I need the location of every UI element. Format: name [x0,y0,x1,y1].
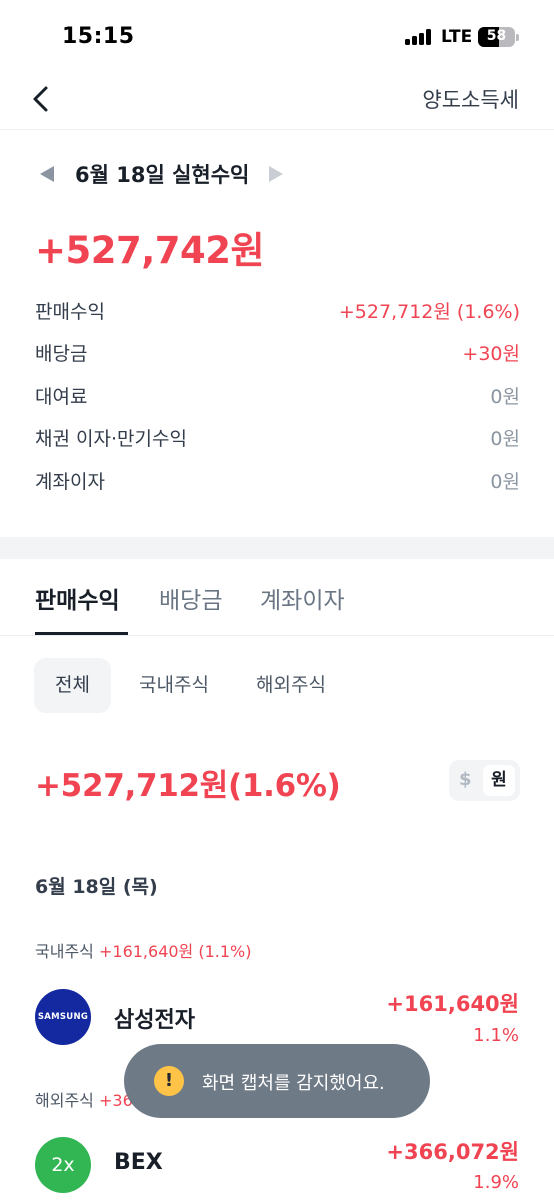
breakdown-value: +30원 [462,343,520,365]
chip-all[interactable]: 전체 [34,658,111,713]
sales-profit-total: +527,712원(1.6%) [35,768,341,804]
stock-profit: +366,072원 [386,1140,519,1164]
market-filter: 전체 국내주식 해외주식 [0,658,554,714]
breakdown-row-bond-interest: 채권 이자·만기수익 0원 [35,424,520,454]
section-amount: +161,640원 (1.1%) [98,942,252,961]
next-date-icon[interactable] [269,166,283,182]
tab-dividend[interactable]: 배당금 [159,581,222,615]
breakdown-label: 판매수익 [35,301,105,323]
breakdown-row-account-interest: 계좌이자 0원 [35,467,520,497]
screenshot-detected-toast: ! 화면 캡처를 감지했어요. [124,1044,430,1118]
tab-sales-profit[interactable]: 판매수익 [35,581,120,615]
top-nav: 양도소득세 [0,76,554,130]
stock-name[interactable]: 삼성전자 [114,1002,195,1034]
chip-domestic[interactable]: 국내주식 [124,658,224,713]
breakdown-label: 계좌이자 [35,471,105,493]
section-label-text: 국내주식 [35,942,94,961]
breakdown-label: 배당금 [35,343,88,365]
battery-icon: 58 [478,27,515,47]
breakdown-row-sales: 판매수익 +527,712원 (1.6%) [35,297,520,327]
section-label-text: 해외주식 [35,1091,94,1110]
breakdown-value: 0원 [490,386,520,408]
section-divider [0,537,554,559]
capital-gains-tax-link[interactable]: 양도소득세 [422,84,519,114]
domestic-section-label: 국내주식 +161,640원 (1.1%) [35,938,252,962]
stock-profit-rate: 1.9% [473,1172,519,1193]
breakdown-value: 0원 [490,428,520,450]
breakdown-label: 대여료 [35,386,88,408]
currency-usd-option[interactable]: $ [459,769,472,790]
tab-account-interest[interactable]: 계좌이자 [260,581,345,615]
breakdown-row-lending-fee: 대여료 0원 [35,382,520,412]
active-tab-indicator [35,632,128,635]
currency-toggle[interactable]: $ 원 [449,760,520,801]
signal-icon [405,29,435,45]
chevron-left-icon [33,86,48,112]
stock-profit: +161,640원 [386,992,519,1016]
status-time: 15:15 [62,24,135,49]
profit-tabs: 판매수익 배당금 계좌이자 [0,559,554,636]
date-selector: 6월 18일 실현수익 [0,158,554,190]
stock-profit-rate: 1.1% [473,1025,519,1046]
realized-profit-total: +527,742원 [35,229,265,272]
breakdown-value: +527,712원 (1.6%) [338,301,520,323]
battery-level: 58 [486,28,507,44]
samsung-logo: SAMSUNG [35,989,91,1045]
date-label: 6월 18일 실현수익 [75,163,250,187]
battery-cap [516,34,519,41]
bex-logo: 2x [35,1137,91,1193]
overseas-section-label: 해외주식 +36 [35,1087,133,1111]
back-button[interactable] [26,81,58,117]
day-heading: 6월 18일 (목) [35,876,158,898]
currency-krw-option[interactable]: 원 [483,765,515,796]
status-bar: 15:15 LTE 58 [0,0,554,76]
breakdown-value: 0원 [490,471,520,493]
prev-date-icon[interactable] [40,166,54,182]
warning-icon: ! [154,1066,184,1096]
network-type: LTE [441,27,473,47]
breakdown-label: 채권 이자·만기수익 [35,428,187,450]
stock-name[interactable]: BEX [114,1150,163,1175]
toast-message: 화면 캡처를 감지했어요. [202,1073,385,1094]
breakdown-row-dividend: 배당금 +30원 [35,339,520,369]
chip-overseas[interactable]: 해외주식 [241,658,341,713]
